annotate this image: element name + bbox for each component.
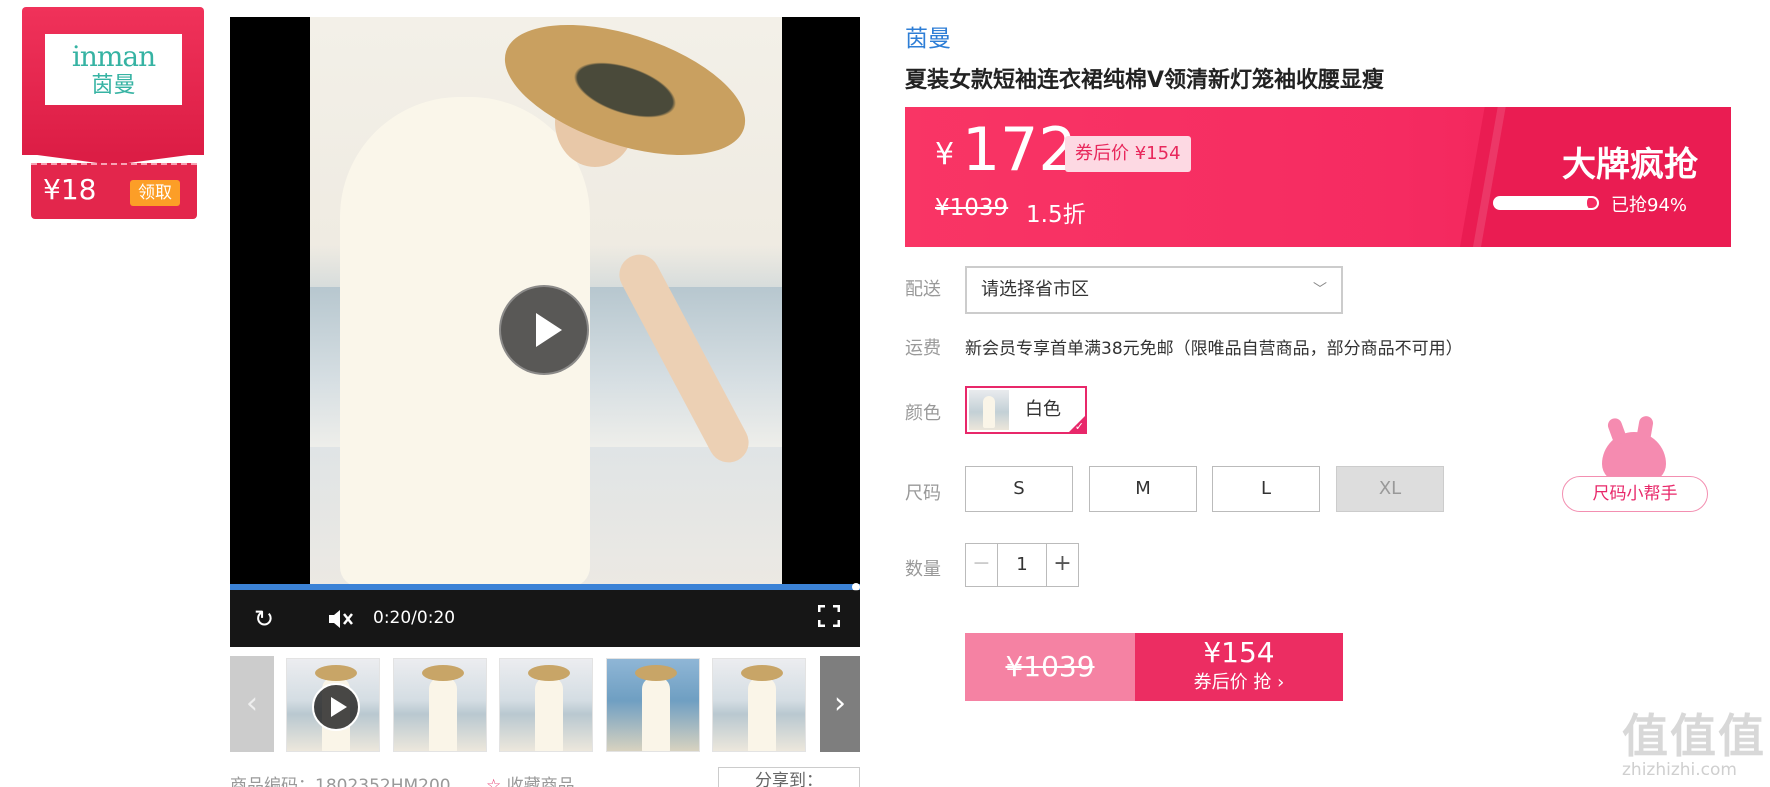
thumbnail-strip: ‹ › <box>230 656 860 752</box>
watermark-logo: 值值值 <box>1622 709 1766 763</box>
size-option-s[interactable]: S <box>965 466 1073 512</box>
thumbnail-figure <box>535 677 563 751</box>
original-price: ¥1039 <box>935 195 1009 221</box>
size-helper-button[interactable]: 尺码小帮手 <box>1562 476 1708 512</box>
chevron-down-icon: ﹀ <box>1313 282 1327 298</box>
thumb-prev-icon[interactable]: ‹ <box>230 656 274 752</box>
delivery-label: 配送 <box>905 279 941 300</box>
check-mark-icon: ✓ <box>1074 420 1084 433</box>
coupon-amount: ¥18 <box>43 173 97 206</box>
quantity-stepper: − 1 + <box>965 543 1079 587</box>
color-name: 白色 <box>1025 399 1061 420</box>
region-select-value: 请选择省市区 <box>981 279 1089 300</box>
brand-logo-cn: 茵曼 <box>91 73 136 98</box>
brand-logo: inman 茵曼 <box>45 34 182 105</box>
currency-symbol: ¥ <box>935 137 955 172</box>
video-control-bar: ↻ 0:20/0:20 <box>230 590 860 647</box>
favorite-label: 收藏商品 <box>506 776 575 787</box>
thumbnail[interactable] <box>393 658 487 752</box>
video-time: 0:20/0:20 <box>373 608 456 628</box>
size-helper[interactable]: 尺码小帮手 <box>1562 432 1712 512</box>
mute-icon[interactable] <box>326 605 354 633</box>
thumbnail-hat <box>315 665 357 681</box>
thumbnail-hat <box>422 665 464 681</box>
product-sku: 商品编码：1802352HM200 <box>230 776 451 787</box>
coupon-footer: ¥18 领取 <box>31 163 197 219</box>
buy-label: 券后价 抢 › <box>1193 672 1285 693</box>
product-title: 夏装女款短袖连衣裙纯棉V领清新灯笼袖收腰显瘦 <box>905 68 1385 93</box>
thumbnail[interactable] <box>606 658 700 752</box>
shipping-label: 运费 <box>905 338 941 359</box>
color-label: 颜色 <box>905 403 941 424</box>
thumbnail[interactable] <box>499 658 593 752</box>
buy-now-button[interactable]: ¥154 券后价 抢 › <box>1135 633 1343 701</box>
buy-original-price: ¥1039 <box>965 633 1135 701</box>
sold-progress-bar <box>1493 196 1599 210</box>
thumbnail-figure <box>748 677 776 751</box>
quantity-label: 数量 <box>905 559 941 580</box>
quantity-value[interactable]: 1 <box>998 544 1046 586</box>
replay-icon[interactable]: ↻ <box>250 605 278 633</box>
current-price: 172 <box>962 115 1077 185</box>
bunny-mascot-icon <box>1602 432 1666 482</box>
decrease-quantity-button[interactable]: − <box>966 544 998 586</box>
color-option-white[interactable]: 白色 ✓ <box>965 386 1087 434</box>
thumbnail-hat <box>741 665 783 681</box>
after-coupon-price: 券后价 ¥154 <box>1065 136 1191 172</box>
claim-coupon-button[interactable]: 领取 <box>130 180 180 206</box>
thumbnail-hat <box>528 665 570 681</box>
coupon-header: inman 茵曼 <box>22 7 204 165</box>
star-icon: ☆ <box>486 776 502 787</box>
region-select[interactable]: 请选择省市区 ﹀ <box>965 266 1343 314</box>
favorite-link[interactable]: ☆ 收藏商品 <box>486 771 575 787</box>
discount-rate: 1.5折 <box>1026 202 1086 228</box>
share-label: 分享到： <box>755 771 823 787</box>
brand-link[interactable]: 茵曼 <box>905 19 951 53</box>
color-thumbnail <box>969 390 1009 430</box>
play-icon[interactable] <box>499 285 589 375</box>
size-label: 尺码 <box>905 483 941 504</box>
increase-quantity-button[interactable]: + <box>1046 544 1078 586</box>
size-option-xl: XL <box>1336 466 1444 512</box>
fullscreen-icon[interactable] <box>815 604 843 633</box>
thumbnail-figure <box>429 677 457 751</box>
thumbnail-hat <box>635 665 677 681</box>
thumb-play-icon[interactable] <box>312 683 360 731</box>
thumbnail[interactable] <box>286 658 380 752</box>
thumbnail-figure <box>642 677 670 751</box>
product-video-player[interactable]: ↻ 0:20/0:20 <box>230 17 860 647</box>
share-button[interactable]: 分享到： <box>718 767 860 787</box>
price-banner: ¥ 172 券后价 ¥154 ¥1039 1.5折 大牌疯抢 已抢94% <box>905 107 1731 247</box>
brand-logo-en: inman <box>71 40 156 73</box>
shipping-info: 新会员专享首单满38元免邮（限唯品自营商品，部分商品不可用） <box>965 339 1463 359</box>
sold-progress-fill <box>1495 198 1591 208</box>
thumb-next-icon[interactable]: › <box>820 656 860 752</box>
sold-percent: 已抢94% <box>1611 195 1688 216</box>
size-option-l[interactable]: L <box>1212 466 1320 512</box>
thumbnail[interactable] <box>712 658 806 752</box>
size-option-m[interactable]: M <box>1089 466 1197 512</box>
watermark-url: zhizhizhi.com <box>1622 760 1737 780</box>
promo-title: 大牌疯抢 <box>1562 145 1698 185</box>
buy-price: ¥154 <box>1203 636 1275 669</box>
store-coupon[interactable]: inman 茵曼 ¥18 领取 <box>22 7 204 219</box>
